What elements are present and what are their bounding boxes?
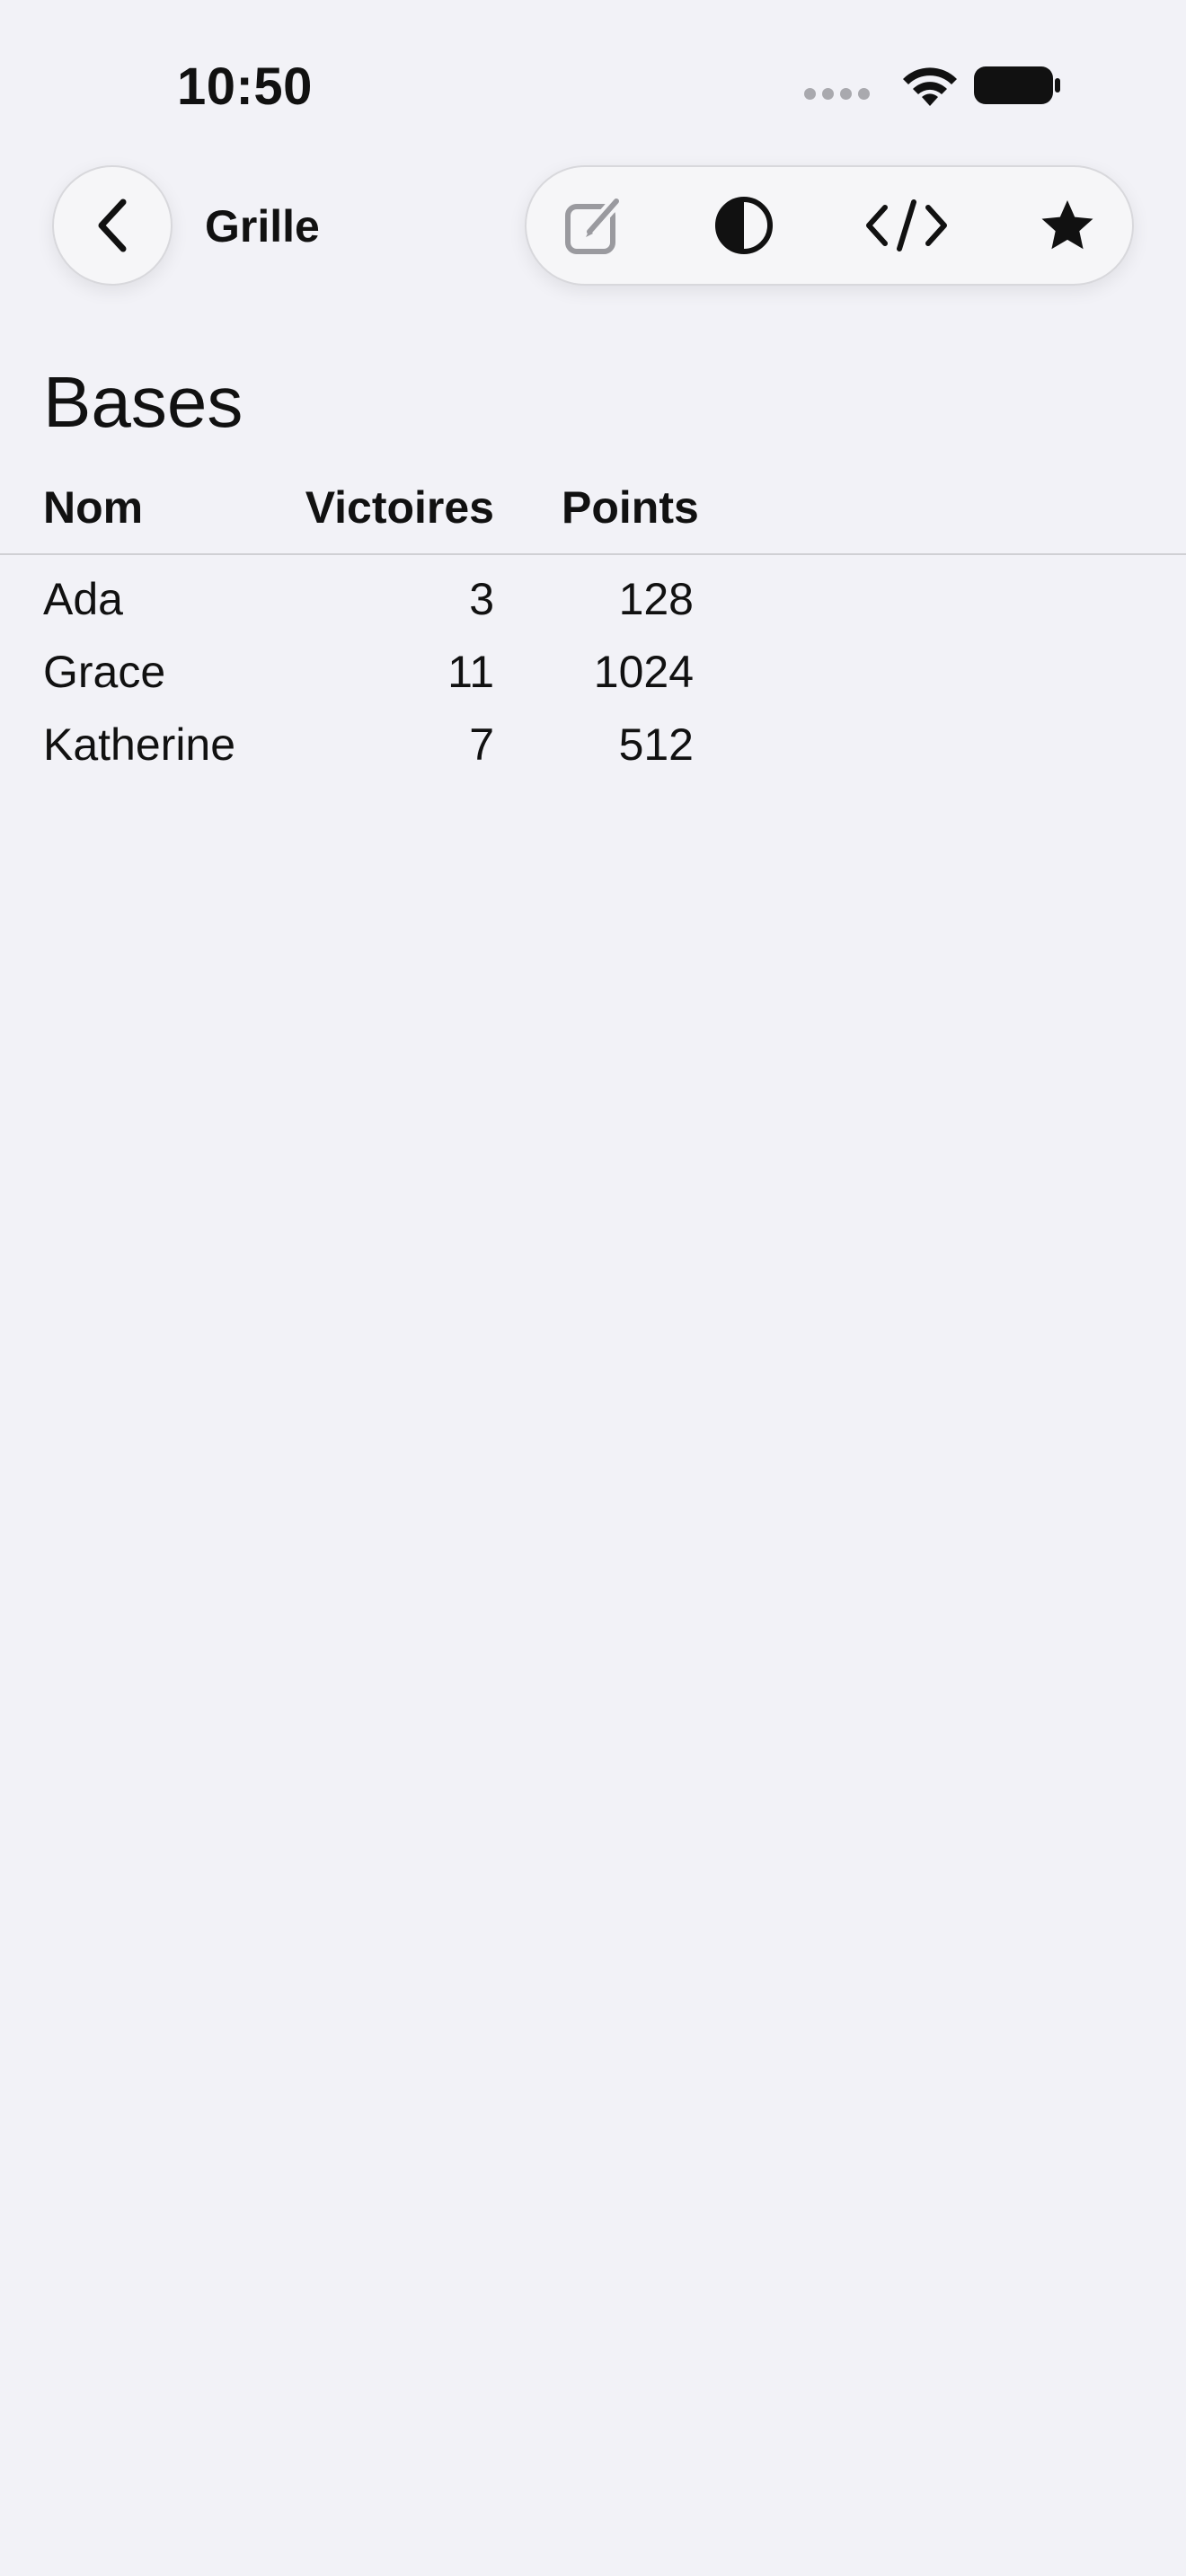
cell-wins: 3 (469, 574, 494, 624)
battery-icon (974, 66, 1060, 104)
code-icon (866, 199, 947, 251)
column-header-name[interactable]: Nom (43, 476, 143, 539)
toolbar (525, 165, 1134, 286)
table-row[interactable]: Grace 11 1024 (0, 640, 1186, 712)
status-time: 10:50 (177, 57, 313, 116)
cellular-signal-icon (804, 87, 870, 100)
edit-icon (565, 197, 621, 254)
cell-name: Grace (43, 647, 166, 697)
section-title: Bases (43, 362, 243, 442)
cell-name: Ada (43, 574, 123, 624)
back-button[interactable] (52, 165, 173, 286)
cell-points: 1024 (593, 647, 694, 697)
status-icons (804, 63, 1062, 108)
column-header-points[interactable]: Points (562, 476, 699, 539)
edit-button[interactable] (535, 167, 652, 284)
cell-wins: 11 (447, 647, 494, 697)
table-row[interactable]: Katherine 7 512 (0, 713, 1186, 785)
contrast-icon (715, 197, 773, 254)
column-header-wins[interactable]: Victoires (305, 476, 494, 539)
appearance-button[interactable] (686, 167, 802, 284)
cell-points: 128 (618, 574, 694, 624)
code-button[interactable] (848, 167, 965, 284)
star-icon (1041, 200, 1093, 250)
table-header: Nom Victoires Points (0, 476, 1186, 555)
wifi-icon (903, 67, 957, 106)
favorite-button[interactable] (1009, 167, 1126, 284)
page-title: Grille (205, 201, 320, 251)
table-row[interactable]: Ada 3 128 (0, 568, 1186, 640)
cell-points: 512 (618, 719, 694, 770)
chevron-left-icon (98, 198, 127, 252)
cell-name: Katherine (43, 719, 236, 770)
cell-wins: 7 (469, 719, 494, 770)
